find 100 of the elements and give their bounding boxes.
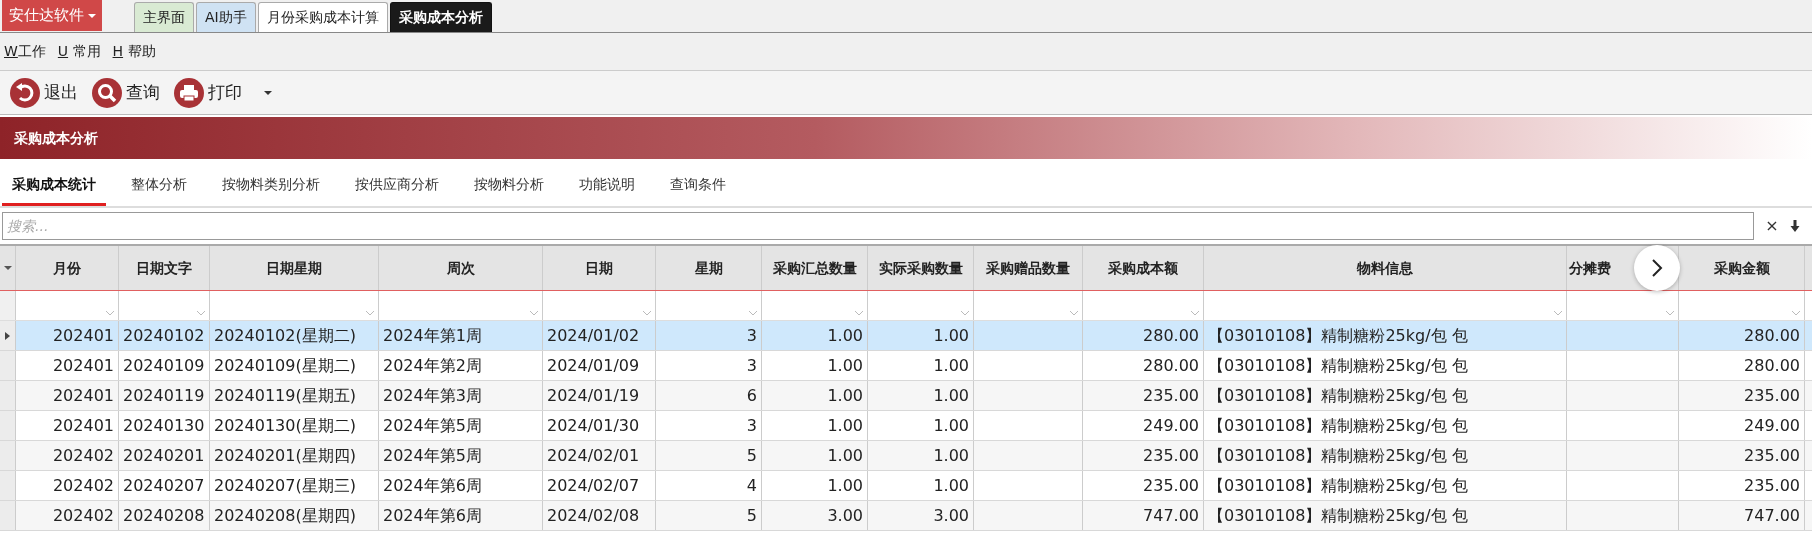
table-cell: 280.00 xyxy=(1083,351,1204,380)
filter-dropdown-icon[interactable] xyxy=(195,308,207,318)
column-header[interactable]: 实际采购数量 xyxy=(878,257,963,279)
table-cell: 1.00 xyxy=(868,351,974,380)
table-cell: 20240207(星期三) xyxy=(210,471,379,500)
table-cell: 235.00 xyxy=(1679,441,1805,470)
column-header[interactable]: 星期 xyxy=(694,257,723,279)
filter-dropdown-icon[interactable] xyxy=(1068,308,1080,318)
filter-dropdown-icon[interactable] xyxy=(959,308,971,318)
filter-dropdown-icon[interactable] xyxy=(747,308,759,318)
window-tab[interactable]: 采购成本分析 xyxy=(389,2,492,32)
table-row[interactable]: 202402 20240201 20240201(星期四) 2024年第5周 2024/02/01 5 1.00 1.00 235.00 【03010108】精制糖粉25kg/包 包 235.00 xyxy=(0,441,1812,471)
column-header[interactable]: 采购成本额 xyxy=(1108,257,1178,279)
window-tab[interactable]: AI助手 xyxy=(196,2,256,32)
table-cell: 20240109 xyxy=(119,351,210,380)
download-arrow-icon[interactable] xyxy=(1790,220,1800,232)
filter-dropdown-icon[interactable] xyxy=(364,308,376,318)
window-tab[interactable]: 主界面 xyxy=(134,2,194,32)
row-header-cell[interactable] xyxy=(0,321,16,350)
table-cell: 235.00 xyxy=(1679,471,1805,500)
table-cell: 5 xyxy=(656,501,762,530)
table-row[interactable]: 202401 20240109 20240109(星期二) 2024年第2周 2024/01/09 3 1.00 1.00 280.00 【03010108】精制糖粉25kg/包 包 280.00 xyxy=(0,351,1812,381)
filter-dropdown-icon[interactable] xyxy=(1664,308,1676,318)
column-header[interactable]: 周次 xyxy=(446,257,475,279)
table-cell: 【03010108】精制糖粉25kg/包 包 xyxy=(1204,351,1567,380)
row-header-cell[interactable] xyxy=(0,441,16,470)
toolbar-button[interactable]: 退出 xyxy=(10,77,78,108)
tab[interactable]: 按物料类别分析 xyxy=(212,166,330,206)
table-cell: 202401 xyxy=(16,351,119,380)
search-icon xyxy=(92,77,122,108)
column-header[interactable]: 日期 xyxy=(585,257,613,279)
column-header[interactable]: 物料信息 xyxy=(1357,257,1413,279)
table-row[interactable]: 202402 20240208 20240208(星期四) 2024年第6周 2024/02/08 5 3.00 3.00 747.00 【03010108】精制糖粉25kg/包 包 747.00 xyxy=(0,501,1812,531)
window-tab[interactable]: 月份采购成本计算 xyxy=(257,2,388,32)
row-header-cell[interactable] xyxy=(0,471,16,500)
table-cell: 3 xyxy=(656,351,762,380)
table-cell: 2024年第3周 xyxy=(379,381,543,410)
filter-dropdown-icon[interactable] xyxy=(528,308,540,318)
table-row[interactable]: 202401 20240102 20240102(星期二) 2024年第1周 2024/01/02 3 1.00 1.00 280.00 【03010108】精制糖粉25kg/包 包 280.00 xyxy=(0,321,1812,351)
table-cell: 235.00 xyxy=(1083,381,1204,410)
tab[interactable]: 采购成本统计 xyxy=(2,166,106,206)
menu-item[interactable]: W工作 xyxy=(4,41,46,62)
column-header[interactable]: 月份 xyxy=(53,257,81,279)
column-header[interactable]: 采购金额 xyxy=(1713,257,1770,279)
table-cell: 3 xyxy=(656,411,762,440)
filter-dropdown-icon[interactable] xyxy=(1189,308,1201,318)
table-cell: 1.00 xyxy=(762,471,868,500)
filter-dropdown-icon[interactable] xyxy=(104,308,116,318)
caret-icon xyxy=(87,13,96,18)
filter-dropdown-icon[interactable] xyxy=(853,308,865,318)
column-header[interactable]: 分摊费 xyxy=(1569,257,1611,279)
column-header[interactable]: 采购汇总数量 xyxy=(772,257,857,279)
column-header[interactable]: 采购赠品数量 xyxy=(986,257,1070,279)
table-cell: 2024/02/01 xyxy=(543,441,656,470)
table-cell: 2024年第5周 xyxy=(379,441,543,470)
row-header-cell[interactable] xyxy=(0,351,16,380)
filter-dropdown-icon[interactable] xyxy=(641,308,653,318)
panel-title: 采购成本分析 xyxy=(14,128,98,148)
table-cell: 3 xyxy=(656,321,762,350)
table-cell: 20240201 xyxy=(119,441,210,470)
menu-item[interactable]: U 常用 xyxy=(57,41,101,62)
filter-dropdown-icon[interactable] xyxy=(1790,308,1802,318)
tab[interactable]: 按物料分析 xyxy=(464,166,554,206)
menu-item[interactable]: H 帮助 xyxy=(112,41,156,62)
tab[interactable]: 按供应商分析 xyxy=(345,166,449,206)
table-cell: 20240130 xyxy=(119,411,210,440)
search-field[interactable]: 搜索... xyxy=(2,212,1754,240)
column-header[interactable]: 日期星期 xyxy=(266,257,322,279)
table-cell: 202401 xyxy=(16,381,119,410)
row-header-cell[interactable] xyxy=(0,381,16,410)
table-cell: 1.00 xyxy=(868,471,974,500)
table-cell: 235.00 xyxy=(1083,441,1204,470)
table-cell: 20240130(星期二) xyxy=(210,411,379,440)
table-cell: 235.00 xyxy=(1083,471,1204,500)
table-cell: 20240208 xyxy=(119,501,210,530)
table-cell: 1.00 xyxy=(868,441,974,470)
filter-dropdown-icon[interactable] xyxy=(1552,308,1564,318)
column-header[interactable]: 日期文字 xyxy=(136,257,192,279)
clear-search-button[interactable]: × xyxy=(1762,214,1782,238)
table-row[interactable]: 202402 20240207 20240207(星期三) 2024年第6周 2024/02/07 4 1.00 1.00 235.00 【03010108】精制糖粉25kg/包 包 235.00 xyxy=(0,471,1812,501)
row-header-cell[interactable] xyxy=(0,411,16,440)
printer-icon xyxy=(174,77,204,108)
app-menu-button[interactable]: 安仕达软件 xyxy=(2,0,102,31)
tab[interactable]: 查询条件 xyxy=(660,166,736,206)
table-cell: 1.00 xyxy=(762,381,868,410)
table-cell: 【03010108】精制糖粉25kg/包 包 xyxy=(1204,501,1567,530)
tab[interactable]: 功能说明 xyxy=(569,166,645,206)
table-cell: 2024年第6周 xyxy=(379,501,543,530)
row-header-cell[interactable] xyxy=(0,501,16,530)
table-cell: 202402 xyxy=(16,501,119,530)
table-cell: 6 xyxy=(656,381,762,410)
table-cell: 747.00 xyxy=(1083,501,1204,530)
row-pointer-icon xyxy=(5,331,10,340)
table-row[interactable]: 202401 20240119 20240119(星期五) 2024年第3周 2024/01/19 6 1.00 1.00 235.00 【03010108】精制糖粉25kg/包 包 235.00 xyxy=(0,381,1812,411)
table-row[interactable]: 202401 20240130 20240130(星期二) 2024年第5周 2024/01/30 3 1.00 1.00 249.00 【03010108】精制糖粉25kg/包 包 249.00 xyxy=(0,411,1812,441)
toolbar-button[interactable]: 查询 xyxy=(92,77,160,108)
tab[interactable]: 整体分析 xyxy=(121,166,197,206)
toolbar-button[interactable]: 打印 xyxy=(174,77,272,108)
table-cell: 3.00 xyxy=(762,501,868,530)
table-cell: 2024/01/02 xyxy=(543,321,656,350)
